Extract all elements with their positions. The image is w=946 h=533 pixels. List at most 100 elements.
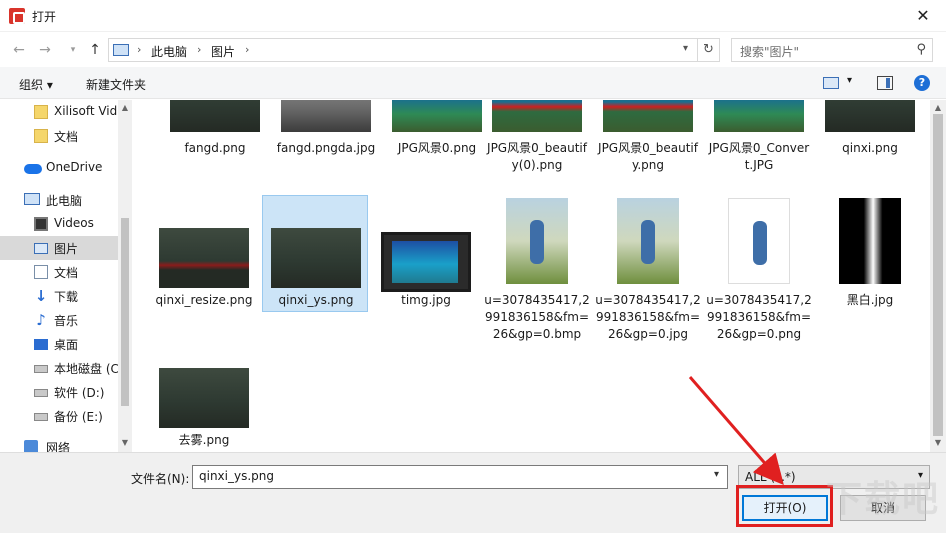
sidebar-item-label: 下载: [54, 290, 79, 304]
sidebar-item-label: 文档: [54, 130, 79, 144]
cancel-button[interactable]: 取消: [840, 495, 926, 521]
file-thumbnail: [392, 100, 482, 132]
breadcrumb-this-pc[interactable]: 此电脑: [151, 43, 187, 60]
file-item[interactable]: JPG风景0.png: [384, 100, 490, 170]
file-name: timg.jpg: [401, 293, 451, 307]
view-dropdown-icon[interactable]: ▾: [847, 75, 852, 86]
address-bar[interactable]: › 此电脑 › 图片 › ▾: [108, 38, 698, 62]
file-thumbnail: [603, 100, 693, 132]
breadcrumb-pictures[interactable]: 图片: [211, 43, 235, 60]
sidebar-item-documents-folder[interactable]: 文档: [0, 124, 118, 148]
sidebar-item-label: 音乐: [54, 314, 79, 328]
search-box[interactable]: 搜索"图片" ⚲: [731, 38, 933, 62]
file-item[interactable]: JPG风景0_Convert.JPG: [706, 100, 812, 180]
search-input[interactable]: 搜索"图片": [740, 43, 799, 60]
filename-dropdown-icon[interactable]: ▾: [714, 469, 719, 480]
sidebar-item-label: 此电脑: [46, 194, 83, 208]
file-thumbnail: [159, 368, 249, 428]
file-thumbnail: [381, 232, 471, 292]
address-dropdown-icon[interactable]: ▾: [683, 43, 688, 54]
file-item[interactable]: JPG风景0_beautify(0).png: [484, 100, 590, 196]
sidebar-item-network[interactable]: 网络: [0, 435, 118, 452]
music-icon: ♪: [36, 311, 46, 329]
sidebar-item-label: 图片: [54, 242, 79, 256]
file-type-select[interactable]: ALL (*.*) ▾: [738, 465, 930, 489]
preview-pane-icon[interactable]: [877, 76, 893, 90]
file-item[interactable]: timg.jpg: [373, 195, 479, 311]
navigation-pane: Xilisoft Vid 文档 OneDrive 此电脑 Videos 图片 文…: [0, 100, 132, 452]
file-thumbnail: [159, 228, 249, 288]
title-bar: 打开 ✕: [0, 0, 946, 32]
file-item[interactable]: qinxi_resize.png: [151, 195, 257, 311]
file-thumbnail: [825, 100, 915, 132]
file-thumbnail: [281, 100, 371, 132]
file-thumbnail: [617, 198, 679, 284]
new-folder-button[interactable]: 新建文件夹: [86, 76, 146, 93]
file-item[interactable]: u=3078435417,2991836158&fm=26&gp=0.bmp: [484, 195, 590, 365]
up-icon[interactable]: ↑: [86, 41, 104, 59]
sidebar-item-drive-c[interactable]: 本地磁盘 (C: [0, 356, 119, 380]
file-thumbnail: [839, 198, 901, 284]
back-icon[interactable]: ←: [10, 41, 28, 59]
organize-menu[interactable]: 组织 ▾: [19, 76, 53, 93]
file-item[interactable]: 黑白.jpg: [817, 195, 923, 311]
network-icon: [24, 440, 38, 452]
scroll-down-icon[interactable]: ▼: [118, 438, 132, 447]
file-item[interactable]: 去雾.png: [151, 362, 257, 452]
filename-input[interactable]: qinxi_ys.png: [192, 465, 728, 489]
sidebar-item-desktop[interactable]: 桌面: [0, 332, 118, 356]
file-name: qinxi_ys.png: [278, 293, 354, 307]
sidebar-item-xilisoft[interactable]: Xilisoft Vid: [0, 100, 118, 124]
file-thumbnail: [492, 100, 582, 132]
sidebar-item-videos[interactable]: Videos: [0, 212, 118, 236]
file-name: qinxi.png: [842, 141, 898, 155]
sidebar-item-label: 网络: [46, 441, 71, 452]
breadcrumb-separator-icon: ›: [197, 43, 202, 56]
file-thumbnail: [714, 100, 804, 132]
sidebar-scrollbar[interactable]: ▲ ▼: [118, 100, 132, 452]
view-mode-icon[interactable]: [823, 77, 839, 89]
scroll-up-icon[interactable]: ▲: [930, 103, 946, 112]
open-button[interactable]: 打开(O): [742, 495, 828, 521]
scroll-up-icon[interactable]: ▲: [118, 103, 132, 112]
file-item[interactable]: fangd.png: [162, 100, 268, 170]
sidebar-item-label: 备份 (E:): [54, 410, 103, 424]
sidebar-item-drive-d[interactable]: 软件 (D:): [0, 380, 118, 404]
chevron-down-icon: ▾: [917, 470, 923, 481]
file-name: fangd.png: [184, 141, 246, 155]
download-icon: ↓: [34, 287, 48, 305]
sidebar-item-downloads[interactable]: ↓ 下载: [0, 284, 118, 308]
file-item[interactable]: u=3078435417,2991836158&fm=26&gp=0.png: [706, 195, 812, 345]
close-button[interactable]: ✕: [900, 0, 946, 32]
sidebar-item-this-pc[interactable]: 此电脑: [0, 188, 118, 212]
file-item[interactable]: fangd.pngda.jpg: [273, 100, 379, 180]
sidebar-item-pictures[interactable]: 图片: [0, 236, 118, 260]
file-name: u=3078435417,2991836158&fm=26&gp=0.jpg: [595, 293, 701, 341]
filename-label: 文件名(N):: [131, 472, 190, 486]
breadcrumb-separator-icon: ›: [245, 43, 250, 56]
sidebar-item-onedrive[interactable]: OneDrive: [0, 156, 118, 180]
sidebar-scroll-thumb[interactable]: [121, 218, 129, 406]
disk-icon: [34, 389, 48, 397]
file-grid-scroll-thumb[interactable]: [933, 114, 943, 436]
sidebar-item-documents[interactable]: 文档: [0, 260, 118, 284]
help-icon[interactable]: ?: [914, 75, 930, 91]
sidebar-item-music[interactable]: ♪ 音乐: [0, 308, 118, 332]
file-item-selected[interactable]: qinxi_ys.png: [262, 195, 368, 312]
recent-dropdown-icon[interactable]: ▾: [64, 41, 82, 59]
file-name: fangd.pngda.jpg: [276, 141, 376, 155]
sidebar-item-label: 软件 (D:): [54, 386, 105, 400]
refresh-button[interactable]: ↻: [698, 38, 720, 62]
forward-icon[interactable]: →: [36, 41, 54, 59]
sidebar-item-label: OneDrive: [46, 160, 103, 174]
scroll-down-icon[interactable]: ▼: [930, 438, 946, 447]
search-icon[interactable]: ⚲: [916, 42, 926, 57]
file-grid-scrollbar[interactable]: ▲ ▼: [930, 100, 946, 452]
dialog-footer: 文件名(N): qinxi_ys.png ▾ ALL (*.*) ▾ 打开(O)…: [0, 452, 946, 533]
file-name: qinxi_resize.png: [155, 293, 253, 307]
file-item[interactable]: u=3078435417,2991836158&fm=26&gp=0.jpg: [595, 195, 701, 345]
file-item[interactable]: qinxi.png: [817, 100, 923, 170]
file-item[interactable]: JPG风景0_beautify.png: [595, 100, 701, 180]
sidebar-item-drive-e[interactable]: 备份 (E:): [0, 404, 118, 428]
sidebar-item-label: 文档: [54, 266, 79, 280]
